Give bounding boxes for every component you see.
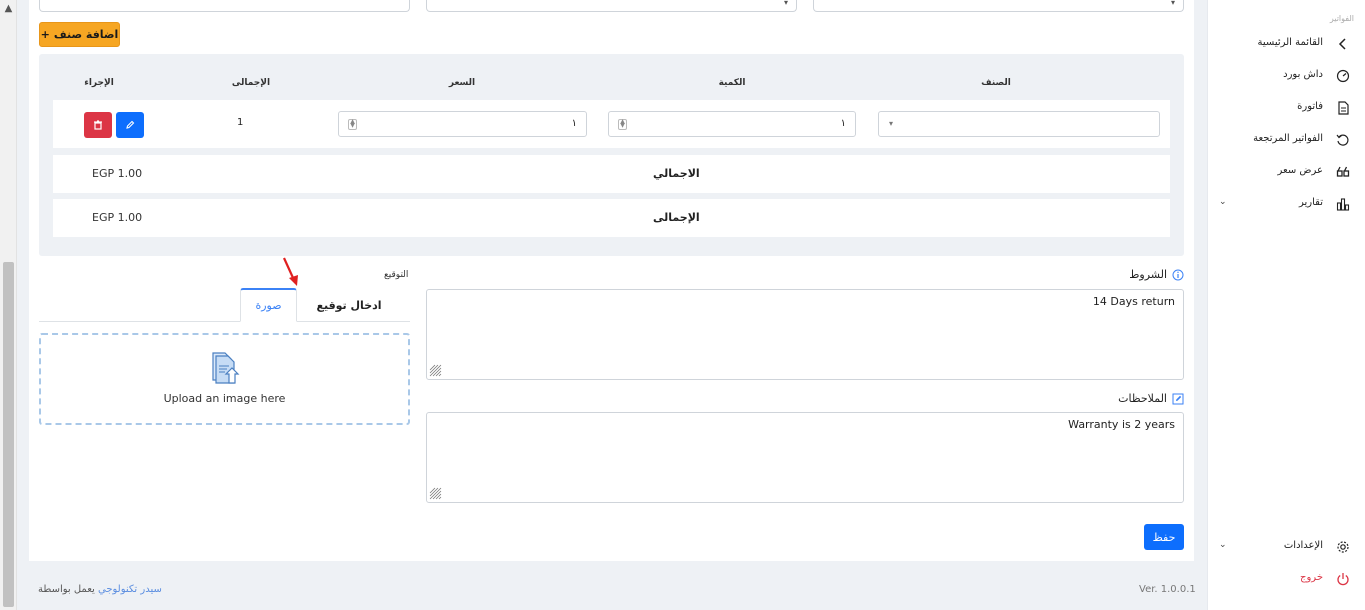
terms-label: الشروط xyxy=(1129,268,1167,281)
sidebar-item-quote[interactable]: عرض سعر xyxy=(1208,162,1365,182)
sidebar-item-label: خروج xyxy=(1300,572,1323,583)
delete-button[interactable] xyxy=(84,112,112,138)
quote-icon xyxy=(1336,166,1350,177)
sidebar-item-label: تقارير xyxy=(1298,197,1323,208)
footer-prefix: يعمل بواسطة xyxy=(38,584,95,595)
gear-icon xyxy=(1337,541,1349,553)
sidebar-item-settings[interactable]: الإعدادات ⌄ xyxy=(1208,537,1365,557)
sidebar-item-dashboard[interactable]: داش بورد xyxy=(1208,66,1365,86)
notes-label-group: الملاحظات xyxy=(1118,392,1184,405)
price-value: ١ xyxy=(571,118,577,129)
terms-label-group: الشروط xyxy=(1129,268,1184,281)
edit-button[interactable] xyxy=(116,112,144,138)
dashboard-gauge-icon xyxy=(1336,69,1350,83)
chevron-down-icon: ⌄ xyxy=(1219,197,1227,207)
summary-label: الإجمالى xyxy=(653,211,700,224)
notes-label: الملاحظات xyxy=(1118,392,1167,405)
resize-handle-icon[interactable] xyxy=(429,364,442,377)
column-header-total: الإجمالى xyxy=(231,78,271,88)
tab-image[interactable]: صورة xyxy=(240,288,297,322)
footer-powered-by: سيدر تكنولوجي يعمل بواسطة xyxy=(38,584,162,595)
chevron-left-icon xyxy=(1338,38,1346,50)
column-header-item: الصنف xyxy=(981,78,1011,88)
sidebar-item-label: القائمة الرئيسية xyxy=(1257,37,1323,48)
sidebar-section-label: الفواتير xyxy=(1329,14,1354,23)
dropdown-caret-icon: ▾ xyxy=(783,0,788,7)
column-header-quantity: الكمية xyxy=(718,78,746,88)
terms-textarea[interactable]: 14 Days return xyxy=(426,289,1184,380)
items-table: الصنف الكمية السعر الإجمالى الإجراء 1 ▲ ▼… xyxy=(39,54,1184,256)
edit-note-icon xyxy=(1172,393,1184,404)
spinner-icon[interactable]: ▲ ▼ xyxy=(348,119,357,130)
upload-file-icon xyxy=(212,352,240,384)
quantity-value: ١ xyxy=(840,118,846,129)
sidebar-item-returns[interactable]: الفواتير المرتجعة xyxy=(1208,130,1365,150)
sidebar-item-label: الإعدادات xyxy=(1283,540,1323,551)
bar-chart-icon xyxy=(1336,198,1350,211)
summary-row: EGP 1.00 الإجمالى xyxy=(53,199,1170,237)
resize-handle-icon[interactable] xyxy=(429,487,442,500)
top-field-3[interactable]: ▾ xyxy=(813,0,1184,12)
sidebar-item-label: الفواتير المرتجعة xyxy=(1253,133,1323,144)
top-field-2[interactable]: ▾ xyxy=(426,0,797,12)
terms-value: 14 Days return xyxy=(1092,295,1175,308)
chevron-down-icon: ▾ xyxy=(889,119,894,128)
spinner-icon[interactable]: ▲ ▼ xyxy=(618,119,627,130)
line-total: 1 xyxy=(237,117,244,128)
power-icon xyxy=(1337,573,1349,586)
sidebar-item-main-menu[interactable]: القائمة الرئيسية xyxy=(1208,34,1365,54)
quantity-input[interactable]: ▲ ▼ ١ xyxy=(608,111,856,137)
scroll-thumb[interactable] xyxy=(3,262,14,607)
sidebar-item-logout[interactable]: خروج xyxy=(1208,569,1365,589)
image-upload-dropzone[interactable]: Upload an image here xyxy=(39,333,410,425)
top-field-1[interactable] xyxy=(39,0,410,12)
table-row: 1 ▲ ▼ ١ ▲ ▼ ١ ▾ xyxy=(53,100,1170,148)
save-button[interactable]: حفظ xyxy=(1144,524,1184,550)
summary-row: EGP 1.00 الاجمالي xyxy=(53,155,1170,193)
trash-icon xyxy=(94,120,102,130)
pencil-icon xyxy=(126,120,135,129)
scroll-up-arrow-icon[interactable]: ▲ xyxy=(2,3,15,15)
refund-icon xyxy=(1336,134,1349,146)
summary-label: الاجمالي xyxy=(653,167,700,180)
add-item-label: اضافة صنف xyxy=(53,28,119,41)
dropdown-caret-icon: ▾ xyxy=(1170,0,1175,7)
info-icon xyxy=(1172,269,1184,280)
tab-enter-signature[interactable]: ادخال توقيع xyxy=(299,288,399,322)
sidebar-item-invoice[interactable]: فاتورة xyxy=(1208,98,1365,118)
item-select[interactable]: ▾ xyxy=(878,111,1160,137)
footer-brand-link[interactable]: سيدر تكنولوجي xyxy=(98,584,162,595)
sidebar-item-label: داش بورد xyxy=(1283,69,1323,80)
sidebar-item-reports[interactable]: تقارير ⌄ xyxy=(1208,194,1365,214)
page-scrollbar[interactable]: ▲ xyxy=(0,0,17,610)
notes-value: Warranty is 2 years xyxy=(1068,418,1175,431)
sidebar-item-label: فاتورة xyxy=(1297,101,1323,112)
summary-amount: EGP 1.00 xyxy=(92,211,143,224)
red-arrow-annotation-icon xyxy=(282,257,298,286)
sidebar-item-label: عرض سعر xyxy=(1277,165,1323,176)
summary-amount: EGP 1.00 xyxy=(92,167,143,180)
plus-icon: + xyxy=(40,28,50,41)
signature-label: التوقيع xyxy=(384,270,409,280)
add-item-button[interactable]: + اضافة صنف xyxy=(39,22,120,47)
invoice-icon xyxy=(1338,101,1349,115)
column-header-action: الإجراء xyxy=(84,78,114,88)
app-version: Ver. 1.0.0.1 xyxy=(1139,584,1196,595)
column-header-price: السعر xyxy=(448,78,476,88)
price-input[interactable]: ▲ ▼ ١ xyxy=(338,111,587,137)
upload-text: Upload an image here xyxy=(163,392,286,405)
invoice-form-card: ▾ ▾ + اضافة صنف الصنف الكمية السعر الإجم… xyxy=(29,0,1194,561)
notes-textarea[interactable]: Warranty is 2 years xyxy=(426,412,1184,503)
sidebar: الفواتير القائمة الرئيسية داش بورد فاتور… xyxy=(1207,0,1365,610)
chevron-down-icon: ⌄ xyxy=(1219,540,1227,550)
